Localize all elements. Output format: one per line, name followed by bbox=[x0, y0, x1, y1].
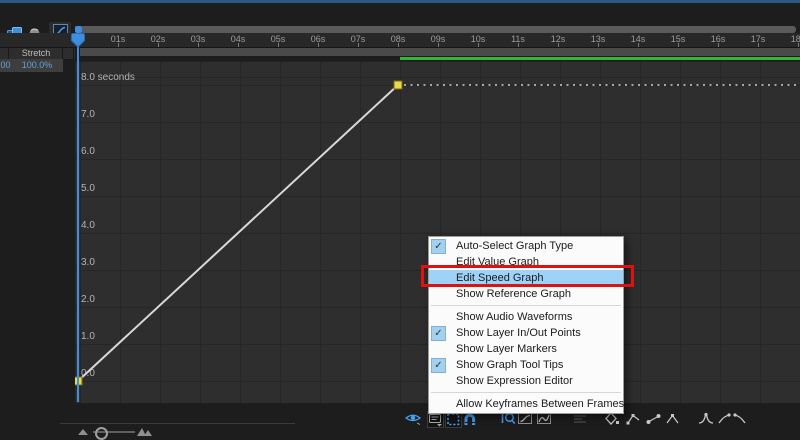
checkmark-icon: ✓ bbox=[431, 326, 446, 341]
ruler-tick bbox=[438, 43, 439, 47]
zoom-panel-divider bbox=[60, 423, 295, 424]
current-time-indicator-line bbox=[77, 26, 79, 402]
stretch-header-label: Stretch bbox=[10, 48, 62, 58]
time-ruler[interactable]: 0s01s02s03s04s05s06s07s08s09s10s11s12s13… bbox=[0, 33, 800, 48]
menu-item-show-expression-editor[interactable]: Show Expression Editor bbox=[429, 373, 623, 389]
graph-value-label: 7.0 bbox=[81, 109, 95, 120]
ruler-tick bbox=[558, 43, 559, 47]
menu-item-show-layer-in-out-points[interactable]: ✓ Show Layer In/Out Points bbox=[429, 325, 623, 341]
menu-item-label: Allow Keyframes Between Frames bbox=[456, 398, 624, 410]
checkmark-icon: ✓ bbox=[431, 358, 446, 373]
menu-item-auto-select-graph-type[interactable]: ✓ Auto-Select Graph Type bbox=[429, 238, 623, 254]
layer-time-value[interactable]: :00 bbox=[0, 60, 14, 70]
ruler-tick bbox=[238, 43, 239, 47]
ruler-tick bbox=[478, 43, 479, 47]
stretch-percentage-value[interactable]: 100.0% bbox=[16, 60, 58, 70]
ruler-tick bbox=[758, 43, 759, 47]
menu-item-show-layer-markers[interactable]: Show Layer Markers bbox=[429, 341, 623, 357]
stretch-column-header[interactable]: Stretch bbox=[0, 46, 75, 60]
keyframe-marker[interactable] bbox=[394, 81, 402, 89]
graph-value-label: 6.0 bbox=[81, 146, 95, 157]
menu-item-label: Show Graph Tool Tips bbox=[456, 359, 563, 371]
ruler-tick bbox=[398, 43, 399, 47]
zoom-out-icon[interactable] bbox=[77, 427, 89, 436]
keyframe-corner-icon[interactable] bbox=[665, 411, 680, 426]
column-divider bbox=[62, 47, 63, 59]
current-time-indicator-head[interactable] bbox=[71, 33, 85, 48]
menu-separator bbox=[431, 305, 621, 306]
zoom-in-icon[interactable] bbox=[137, 425, 155, 437]
show-properties-eye-icon[interactable] bbox=[405, 411, 422, 426]
after-effects-graph-editor: Stretch :00 100.0% 0s01s02s03s04s05s06s0… bbox=[0, 0, 800, 440]
ease-in-icon[interactable] bbox=[716, 411, 731, 426]
menu-item-label: Show Expression Editor bbox=[456, 375, 573, 387]
menu-item-label: Auto-Select Graph Type bbox=[456, 240, 573, 252]
ruler-tick bbox=[678, 43, 679, 47]
menu-item-show-reference-graph[interactable]: Show Reference Graph bbox=[429, 286, 623, 302]
ruler-tick bbox=[278, 43, 279, 47]
ruler-tick bbox=[358, 43, 359, 47]
layer-duration-bar bbox=[400, 57, 800, 60]
panel-top-accent bbox=[0, 0, 800, 3]
ruler-tick bbox=[598, 43, 599, 47]
graph-value-label: 0.0 bbox=[81, 368, 95, 379]
graph-value-label: 5.0 bbox=[81, 183, 95, 194]
column-divider bbox=[8, 47, 9, 59]
graph-editor-context-menu: ✓Auto-Select Graph TypeEdit Value GraphE… bbox=[428, 236, 624, 414]
menu-item-label: Show Reference Graph bbox=[456, 288, 571, 300]
keyframe-bezier-icon[interactable] bbox=[626, 411, 642, 426]
ruler-tick bbox=[518, 43, 519, 47]
ease-out-icon[interactable] bbox=[733, 411, 748, 426]
work-area-bar[interactable] bbox=[80, 48, 800, 56]
graph-value-label: 2.0 bbox=[81, 294, 95, 305]
horizontal-scrollbar[interactable] bbox=[80, 26, 796, 33]
graph-value-label: 8.0 seconds bbox=[81, 72, 135, 83]
graph-value-label: 1.0 bbox=[81, 331, 95, 342]
ruler-tick bbox=[638, 43, 639, 47]
ruler-tick bbox=[158, 43, 159, 47]
graph-value-label: 3.0 bbox=[81, 257, 95, 268]
menu-item-label: Show Layer Markers bbox=[456, 343, 557, 355]
layer-stretch-row: :00 100.0% bbox=[0, 59, 63, 72]
annotation-red-box bbox=[421, 265, 634, 287]
ruler-tick bbox=[198, 43, 199, 47]
checkmark-icon: ✓ bbox=[431, 239, 446, 254]
ruler-tick bbox=[318, 43, 319, 47]
menu-item-label: Show Layer In/Out Points bbox=[456, 327, 581, 339]
column-divider bbox=[73, 47, 74, 59]
keyframe-handles-icon[interactable] bbox=[646, 411, 662, 426]
easy-ease-icon[interactable] bbox=[698, 411, 714, 426]
ruler-tick bbox=[718, 43, 719, 47]
menu-item-label: Show Audio Waveforms bbox=[456, 311, 572, 323]
menu-item-show-graph-tool-tips[interactable]: ✓ Show Graph Tool Tips bbox=[429, 357, 623, 373]
ruler-tick bbox=[118, 43, 119, 47]
graph-value-label: 4.0 bbox=[81, 220, 95, 231]
ruler-tick bbox=[798, 43, 799, 47]
menu-separator bbox=[431, 392, 621, 393]
menu-item-allow-keyframes-between-frames[interactable]: Allow Keyframes Between Frames bbox=[429, 396, 623, 412]
menu-item-show-audio-waveforms[interactable]: Show Audio Waveforms bbox=[429, 309, 623, 325]
zoom-slider-knob[interactable] bbox=[95, 427, 108, 440]
